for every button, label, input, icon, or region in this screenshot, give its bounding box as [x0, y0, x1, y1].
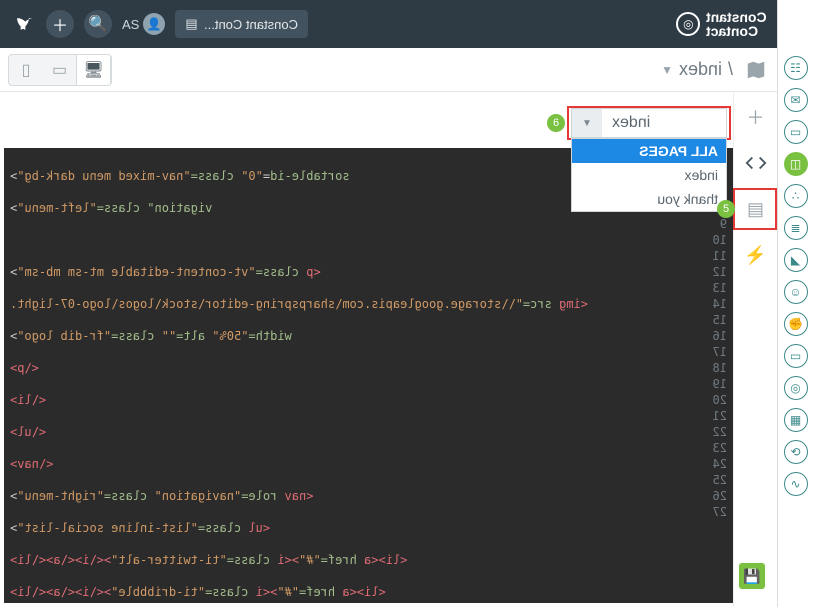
breadcrumb-sep: \ [728, 59, 733, 80]
flash-button[interactable]: ⚡ [741, 240, 771, 270]
breadcrumb[interactable]: \ index ▼ [661, 59, 733, 80]
right-rail: ☷ ✉ ▭ ◫ ∴ ≣ ◣ ☺ ✊ ▭ ◎ ▦ ⟲ ∿ [777, 0, 813, 607]
device-mobile-button[interactable]: ▯ [9, 55, 43, 85]
save-button[interactable]: 💾 [739, 563, 765, 589]
rail-list-icon[interactable]: ≣ [784, 216, 808, 240]
topbar: ＋ 🔍 AS 👤 Constant Cont... ▤ Constant Con… [0, 0, 777, 48]
rail-map-icon[interactable]: ◫ [784, 152, 808, 176]
tab-doc-icon: ▤ [185, 16, 197, 32]
dropdown-option[interactable]: ALL PAGES [572, 139, 726, 163]
rail-thumb-icon[interactable]: ✊ [784, 312, 808, 336]
rail-clipboard-icon[interactable]: ▭ [784, 120, 808, 144]
rail-circle-icon[interactable]: ◎ [784, 376, 808, 400]
avatar-icon: 👤 [143, 13, 165, 35]
rail-mail-icon[interactable]: ✉ [784, 88, 808, 112]
rail-chat-icon[interactable]: ☺ [784, 280, 808, 304]
user-avatar[interactable]: AS 👤 [122, 13, 165, 35]
brand: Constant Contact ◎ [676, 10, 767, 38]
rail-sync-icon[interactable]: ⟲ [784, 440, 808, 464]
step-badge-6: 6 [547, 114, 565, 132]
sitemap-icon[interactable] [743, 57, 769, 83]
code-view-button[interactable] [741, 148, 771, 178]
document-button[interactable]: ▤ [741, 194, 771, 224]
device-desktop-button[interactable]: 🖥 [77, 55, 111, 85]
dropdown-option[interactable]: index [572, 163, 726, 187]
rail-calendar-icon[interactable]: ▦ [784, 408, 808, 432]
brand-icon: ◎ [676, 12, 700, 36]
rail-contacts-icon[interactable]: ☷ [784, 56, 808, 80]
tab-label: Constant Cont... [204, 17, 298, 32]
breadcrumb-page: index [679, 59, 722, 80]
code-lines[interactable]: sortable-id="0" class="nav-mixed menu da… [4, 148, 701, 603]
add-button[interactable]: ＋ [46, 10, 74, 38]
rail-tv-icon[interactable]: ▭ [784, 344, 808, 368]
page-select-dropdown: ALL PAGES index thank you [571, 138, 727, 212]
device-preview-group: ▯ ▭ 🖥 [8, 54, 112, 86]
chevron-down-icon: ▼ [661, 63, 673, 77]
search-button[interactable]: 🔍 [84, 10, 112, 38]
rail-share-icon[interactable]: ∴ [784, 184, 808, 208]
secondary-bar: \ index ▼ ▯ ▭ 🖥 [0, 48, 777, 92]
dropdown-option[interactable]: thank you [572, 187, 726, 211]
step-badge-5: 5 [717, 200, 735, 218]
page-select-caret-icon: ▼ [572, 109, 602, 137]
page-select-value: index [602, 114, 726, 132]
rail-analytics-icon[interactable]: ∿ [784, 472, 808, 496]
add-section-button[interactable]: ＋ [741, 102, 771, 132]
tool-column: ＋ ▤ ⚡ [733, 92, 777, 607]
page-select[interactable]: index ▼ [571, 108, 727, 138]
code-editor[interactable]: 5678 9101112 13141516 17181920 21222324 … [4, 148, 733, 603]
avatar-initials: AS [122, 17, 139, 32]
device-tablet-button[interactable]: ▭ [43, 55, 77, 85]
rocket-icon[interactable] [10, 11, 36, 37]
open-tab[interactable]: Constant Cont... ▤ [175, 10, 307, 38]
brand-text: Constant Contact [706, 10, 767, 38]
rail-announce-icon[interactable]: ◣ [784, 248, 808, 272]
